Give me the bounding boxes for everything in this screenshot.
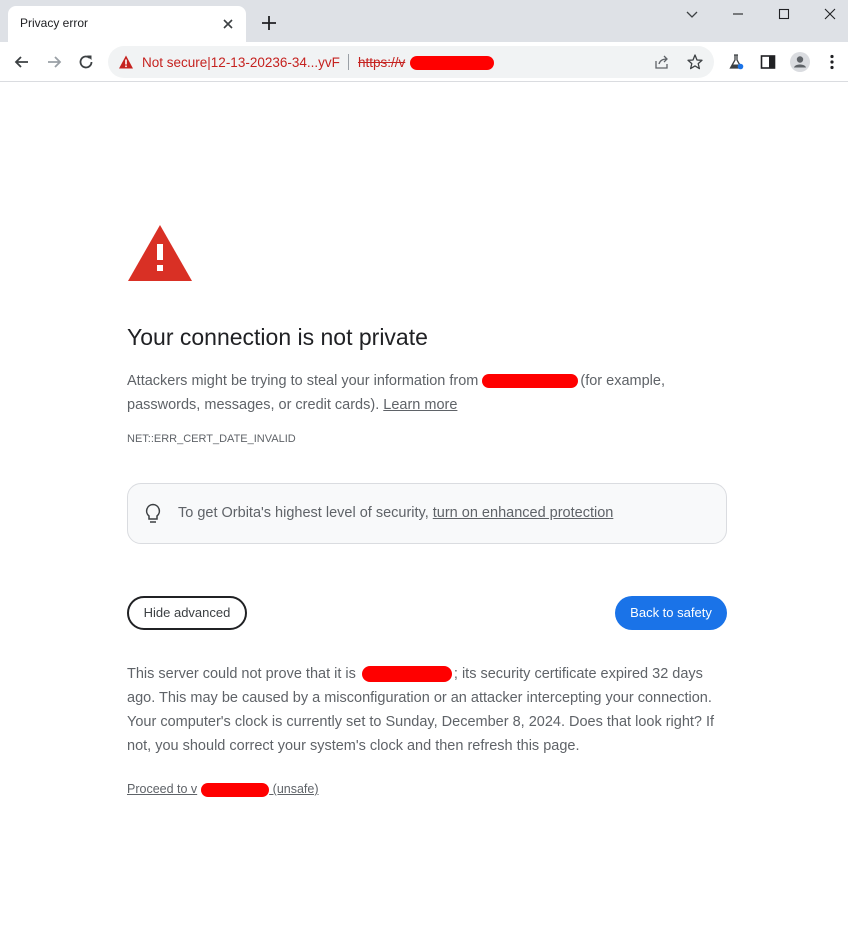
proceed-prefix: Proceed to v	[127, 782, 198, 796]
close-window-button[interactable]	[808, 0, 848, 28]
hide-advanced-button[interactable]: Hide advanced	[127, 596, 247, 630]
tab-strip: Privacy error	[0, 0, 848, 42]
close-tab-icon[interactable]	[220, 16, 236, 32]
arrow-right-icon	[48, 56, 62, 68]
redaction-mark	[361, 666, 452, 683]
bookmark-star-icon[interactable]	[686, 53, 704, 71]
redaction-mark	[410, 56, 494, 70]
url-text[interactable]: https://v	[358, 55, 405, 70]
lightbulb-icon	[145, 503, 161, 523]
tab-title: Privacy error	[20, 16, 89, 30]
maximize-icon	[778, 8, 790, 20]
tab-privacy-error[interactable]: Privacy error	[8, 6, 246, 42]
side-panel-button[interactable]	[758, 52, 778, 72]
profile-button[interactable]	[790, 52, 810, 72]
browser-menu-button[interactable]	[822, 52, 842, 72]
warning-icon[interactable]	[118, 54, 134, 70]
reload-button[interactable]	[74, 50, 98, 74]
chevron-down-icon	[686, 11, 698, 18]
enhanced-protection-text: To get Orbita's highest level of securit…	[178, 505, 613, 521]
intro-paragraph: Attackers might be trying to steal your …	[127, 369, 727, 417]
flask-icon	[729, 54, 744, 70]
browser-toolbar: Not secure|12-13-20236-34...yvF https://…	[0, 42, 848, 82]
arrow-left-icon	[14, 56, 28, 68]
reload-icon	[79, 55, 93, 69]
proceed-unsafe-link[interactable]: Proceed to v (unsafe)	[127, 782, 319, 797]
omnibox-divider	[348, 54, 349, 70]
back-to-safety-button[interactable]: Back to safety	[615, 596, 727, 630]
more-vert-icon	[830, 54, 834, 70]
site-security-chip[interactable]: Not secure|12-13-20236-34...yvF	[142, 55, 340, 70]
enhanced-protection-link[interactable]: turn on enhanced protection	[433, 505, 614, 521]
forward-button[interactable]	[42, 50, 66, 74]
details-text: This server could not prove that it is	[127, 666, 356, 682]
redaction-mark	[482, 374, 579, 389]
details-paragraph: This server could not prove that it is; …	[127, 662, 727, 758]
error-code: NET::ERR_CERT_DATE_INVALID	[127, 433, 296, 445]
proceed-suffix: (unsafe)	[269, 782, 319, 796]
minimize-button[interactable]	[716, 0, 760, 28]
address-bar[interactable]: Not secure|12-13-20236-34...yvF https://…	[108, 46, 714, 78]
new-tab-icon[interactable]	[258, 12, 280, 34]
back-button[interactable]	[10, 50, 34, 74]
enhanced-protection-box: To get Orbita's highest level of securit…	[127, 483, 727, 544]
close-icon	[824, 8, 836, 20]
enhanced-text: To get Orbita's highest level of securit…	[178, 505, 429, 521]
tab-search-button[interactable]	[670, 0, 714, 28]
minimize-icon	[733, 13, 743, 15]
large-warning-icon	[128, 225, 192, 281]
side-panel-icon	[760, 55, 776, 69]
maximize-button[interactable]	[762, 0, 806, 28]
site-name: 12-13-20236-34...yvF	[210, 55, 340, 70]
share-icon[interactable]	[654, 54, 670, 70]
learn-more-link[interactable]: Learn more	[383, 397, 457, 413]
redaction-mark	[201, 782, 270, 797]
page-title: Your connection is not private	[127, 324, 428, 350]
intro-text: Attackers might be trying to steal your …	[127, 373, 479, 389]
avatar-icon	[790, 52, 810, 72]
labs-button[interactable]	[726, 52, 746, 72]
security-label: Not secure	[142, 55, 208, 70]
